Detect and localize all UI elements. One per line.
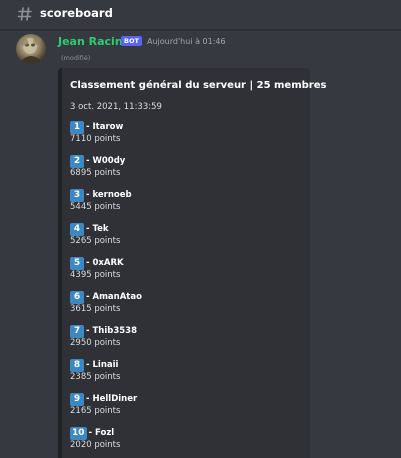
bot-badge: BOT (121, 36, 142, 46)
rank-badge: 9 (70, 392, 84, 406)
avatar[interactable] (16, 34, 46, 64)
list-item: 10 - Fozl 2020 points (70, 426, 290, 451)
player-points: 3615 points (70, 304, 121, 314)
list-item: 7 - Thib3538 2950 points (70, 324, 290, 349)
list-item: 1 - Itarow 7110 points (70, 120, 290, 145)
channel-header: scoreboard (0, 0, 401, 30)
rank-badge: 10 (70, 426, 87, 440)
list-item: 5 - 0xARK 4395 points (70, 256, 290, 281)
list-item: 4 - Tek 5265 points (70, 222, 290, 247)
player-points: 2020 points (70, 440, 121, 450)
player-points: 6895 points (70, 168, 121, 178)
player-points: 5265 points (70, 236, 121, 246)
message-timestamp[interactable]: Aujourd'hui à 01:46 (147, 37, 226, 46)
player-name: - AmanAtao (86, 292, 142, 302)
rank-badge: 3 (70, 188, 84, 202)
player-name: - W00dy (86, 156, 126, 166)
rank-badge: 1 (70, 120, 84, 134)
list-item: 2 - W00dy 6895 points (70, 154, 290, 179)
player-name: - Tek (86, 224, 109, 234)
edited-label: (modifié) (61, 54, 91, 62)
rank-badge: 2 (70, 154, 84, 168)
author-name[interactable]: Jean Racine (58, 35, 130, 48)
player-points: 2385 points (70, 372, 121, 382)
player-points: 4395 points (70, 270, 121, 280)
embed-title: Classement général du serveur | 25 membr… (70, 80, 327, 91)
player-points: 2950 points (70, 338, 121, 348)
player-points: 7110 points (70, 134, 121, 144)
rank-badge: 7 (70, 324, 84, 338)
embed-date: 3 oct. 2021, 11:33:59 (70, 102, 162, 112)
player-points: 5445 points (70, 202, 121, 212)
list-item: 6 - AmanAtao 3615 points (70, 290, 290, 315)
player-name: - Fozl (88, 428, 115, 438)
rank-badge: 4 (70, 222, 84, 236)
list-item: 9 - HellDiner 2165 points (70, 392, 290, 417)
player-name: - HellDiner (86, 394, 138, 404)
channel-name: scoreboard (40, 6, 113, 20)
player-name: - 0xARK (86, 258, 124, 268)
rank-badge: 6 (70, 290, 84, 304)
rank-badge: 8 (70, 358, 84, 372)
player-name: - Thib3538 (86, 326, 137, 336)
player-points: 2165 points (70, 406, 121, 416)
player-name: - Itarow (86, 122, 124, 132)
list-item: 3 - kernoeb 5445 points (70, 188, 290, 213)
player-name: - kernoeb (86, 190, 132, 200)
hash-icon (17, 7, 32, 21)
player-name: - Linaii (86, 360, 119, 370)
list-item: 8 - Linaii 2385 points (70, 358, 290, 383)
rank-badge: 5 (70, 256, 84, 270)
